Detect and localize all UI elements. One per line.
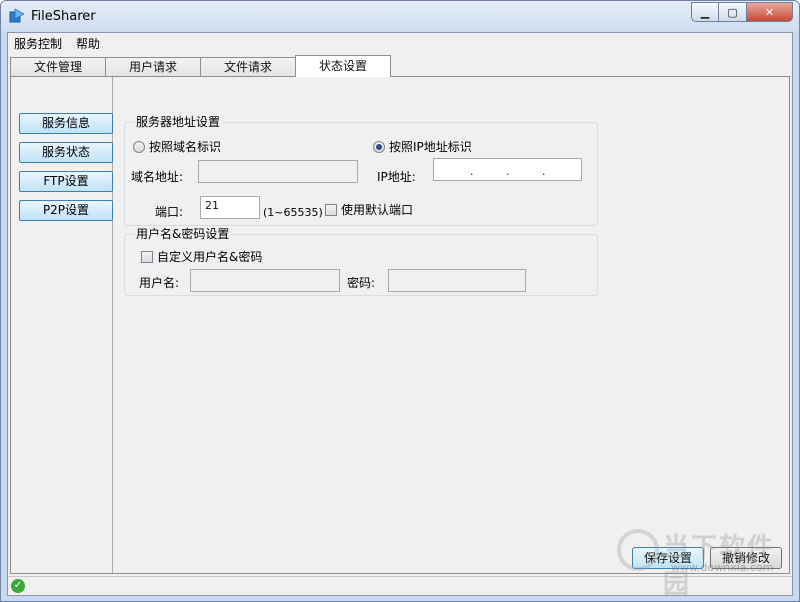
- username-label: 用户名:: [139, 276, 180, 290]
- password-input[interactable]: [388, 269, 526, 292]
- port-input[interactable]: 21: [200, 196, 260, 219]
- maximize-icon: ▢: [727, 5, 738, 19]
- credentials-group-title: 用户名&密码设置: [134, 227, 232, 241]
- window-title: FileSharer: [31, 9, 96, 24]
- menu-bar: 服务控制 帮助: [8, 33, 792, 53]
- domain-address-input[interactable]: [198, 160, 358, 183]
- port-range-hint: (1~65535): [263, 206, 323, 219]
- status-ok-icon: ✓: [11, 579, 25, 593]
- server-address-group: 服务器地址设置 按照域名标识 按照IP地址标识 域名地址: IP地址: . . …: [124, 115, 598, 226]
- app-window: FileSharer ▁ ▢ ✕ 服务控制 帮助 文件管理 用户请求 文件请求 …: [0, 0, 800, 602]
- revert-changes-button[interactable]: 撤销修改: [710, 547, 782, 569]
- tab-strip: 文件管理 用户请求 文件请求 状态设置: [10, 55, 391, 77]
- title-bar[interactable]: FileSharer ▁ ▢ ✕: [1, 1, 799, 33]
- tab-file-management[interactable]: 文件管理: [10, 57, 106, 77]
- minimize-icon: ▁: [700, 5, 710, 19]
- menu-help[interactable]: 帮助: [76, 35, 100, 52]
- radio-domain-label: 按照域名标识: [149, 140, 222, 154]
- ip-address-label: IP地址:: [377, 170, 416, 184]
- service-info-button[interactable]: 服务信息: [19, 113, 113, 134]
- username-input[interactable]: [190, 269, 340, 292]
- status-bar: ✓: [8, 576, 792, 595]
- credentials-group: 用户名&密码设置 自定义用户名&密码 用户名: 密码:: [124, 227, 598, 296]
- radio-ip-label: 按照IP地址标识: [389, 140, 472, 154]
- p2p-settings-button[interactable]: P2P设置: [19, 200, 113, 221]
- custom-credentials-label: 自定义用户名&密码: [157, 250, 263, 264]
- default-port-checkbox[interactable]: [325, 204, 337, 216]
- ip-separator-2: .: [506, 165, 510, 178]
- radio-domain[interactable]: [133, 141, 145, 153]
- client-area: 服务控制 帮助 文件管理 用户请求 文件请求 状态设置 服务信息 服务状态 FT…: [7, 32, 793, 596]
- menu-service-control[interactable]: 服务控制: [14, 35, 62, 52]
- close-button[interactable]: ✕: [747, 2, 793, 22]
- password-label: 密码:: [347, 276, 376, 290]
- radio-ip[interactable]: [373, 141, 385, 153]
- status-settings-panel: 服务信息 服务状态 FTP设置 P2P设置 服务器地址设置 按照域名标识 按照I…: [10, 76, 790, 574]
- default-port-label: 使用默认端口: [341, 203, 414, 217]
- tab-file-requests[interactable]: 文件请求: [200, 57, 296, 77]
- window-controls: ▁ ▢ ✕: [691, 2, 793, 22]
- ip-separator-3: .: [542, 165, 546, 178]
- maximize-button[interactable]: ▢: [719, 2, 747, 22]
- sidebar: 服务信息 服务状态 FTP设置 P2P设置: [13, 77, 113, 573]
- save-settings-button[interactable]: 保存设置: [632, 547, 704, 569]
- ip-address-input[interactable]: . . .: [433, 158, 582, 181]
- close-icon: ✕: [764, 5, 775, 19]
- minimize-button[interactable]: ▁: [691, 2, 719, 22]
- server-address-group-title: 服务器地址设置: [134, 115, 223, 129]
- tab-user-requests[interactable]: 用户请求: [105, 57, 201, 77]
- ip-separator-1: .: [470, 165, 474, 178]
- port-label: 端口:: [155, 205, 184, 219]
- radio-ip-selected-dot: [376, 144, 382, 150]
- domain-address-label: 域名地址:: [131, 170, 184, 184]
- app-logo-icon: [9, 8, 25, 23]
- ftp-settings-button[interactable]: FTP设置: [19, 171, 113, 192]
- tab-status-settings[interactable]: 状态设置: [295, 55, 391, 77]
- custom-credentials-checkbox[interactable]: [141, 251, 153, 263]
- service-status-button[interactable]: 服务状态: [19, 142, 113, 163]
